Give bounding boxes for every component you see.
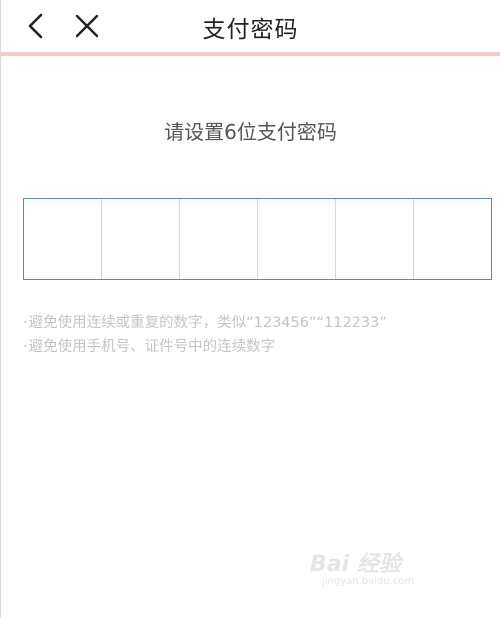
pin-prompt: 请设置6位支付密码 <box>164 120 337 144</box>
page-title: 支付密码 <box>202 17 299 43</box>
pin-cell[interactable] <box>414 199 491 279</box>
payment-password-page: 支付密码 请设置6位支付密码 ·避免使用连续或重复的数字，类似“123456”“… <box>0 0 500 618</box>
pin-cell[interactable] <box>258 199 336 279</box>
pin-cell[interactable] <box>102 199 180 279</box>
watermark: Bai 经验 jingyan.baidu.com <box>310 546 460 596</box>
hint-item: ·避免使用手机号、证件号中的连续数字 <box>23 335 493 359</box>
hint-list: ·避免使用连续或重复的数字，类似“123456”“112233” ·避免使用手机… <box>23 311 493 359</box>
hint-bullet: · <box>23 339 28 355</box>
hint-item: ·避免使用连续或重复的数字，类似“123456”“112233” <box>23 311 493 335</box>
pin-cell[interactable] <box>336 199 414 279</box>
hint-text: 避免使用手机号、证件号中的连续数字 <box>28 339 276 355</box>
watermark-url: jingyan.baidu.com <box>322 576 415 587</box>
header-divider <box>1 52 500 56</box>
watermark-logo: Bai 经验 <box>310 552 401 577</box>
pin-cell[interactable] <box>24 199 102 279</box>
pin-cell[interactable] <box>180 199 258 279</box>
header-bar: 支付密码 <box>1 0 500 52</box>
hint-text: 避免使用连续或重复的数字，类似“123456”“112233” <box>28 315 387 331</box>
hint-bullet: · <box>23 315 28 331</box>
pin-input[interactable] <box>23 198 492 280</box>
